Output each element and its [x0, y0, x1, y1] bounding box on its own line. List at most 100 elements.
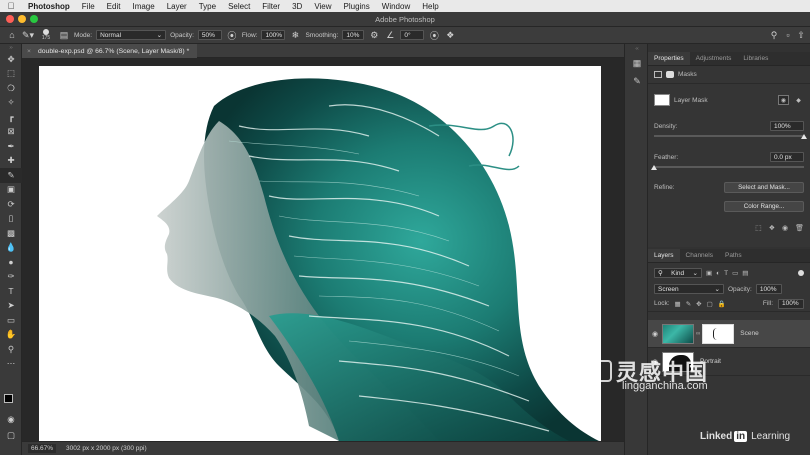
tab-libraries[interactable]: Libraries: [737, 52, 774, 65]
move-tool-icon[interactable]: ✥: [0, 52, 22, 67]
opacity-field[interactable]: 50%: [197, 30, 222, 40]
filter-smart-object-icon[interactable]: ▤: [742, 269, 748, 277]
scene-layer-thumbnail[interactable]: [662, 323, 694, 344]
color-range-button[interactable]: Color Range...: [724, 200, 804, 212]
flow-field[interactable]: 100%: [261, 30, 286, 40]
feather-slider-knob[interactable]: [651, 165, 657, 170]
delete-mask-icon[interactable]: 🗑: [795, 224, 804, 232]
zoom-tool-icon[interactable]: ⚲: [0, 342, 22, 357]
pressure-opacity-icon[interactable]: ⦿: [226, 29, 238, 41]
fill-field[interactable]: 100%: [778, 298, 804, 309]
home-icon[interactable]: ⌂: [6, 29, 18, 41]
feather-field[interactable]: 0.0 px: [770, 152, 804, 162]
filter-pixel-icon[interactable]: ▣: [706, 269, 712, 277]
select-and-mask-button[interactable]: Select and Mask...: [724, 181, 804, 193]
marquee-tool-icon[interactable]: ⬚: [0, 67, 22, 82]
frame-tool-icon[interactable]: ⊠: [0, 125, 22, 140]
filter-type-icon[interactable]: T: [724, 270, 728, 277]
crop-tool-icon[interactable]: ┏: [0, 110, 22, 125]
document-info[interactable]: 3002 px x 2000 px (300 ppi): [66, 445, 147, 452]
search-icon[interactable]: ⚲: [768, 29, 780, 41]
path-select-tool-icon[interactable]: ➤: [0, 299, 22, 314]
menu-view[interactable]: View: [308, 2, 337, 11]
visibility-eye-icon[interactable]: ◉: [648, 330, 662, 338]
screen-mode-icon[interactable]: ▢: [0, 428, 22, 443]
layer-name-scene[interactable]: Scene: [740, 330, 758, 337]
density-field[interactable]: 100%: [770, 121, 804, 131]
close-window-button[interactable]: [6, 15, 14, 23]
lasso-tool-icon[interactable]: ❍: [0, 81, 22, 96]
brush-tool-preset-icon[interactable]: ✎▾: [22, 29, 34, 41]
history-panel-icon[interactable]: ▦: [625, 54, 649, 72]
filter-shape-icon[interactable]: ▭: [732, 269, 738, 277]
menu-window[interactable]: Window: [376, 2, 416, 11]
symmetry-icon[interactable]: ❖: [444, 29, 456, 41]
minimize-window-button[interactable]: [18, 15, 26, 23]
angle-field[interactable]: 0°: [400, 30, 425, 40]
eyedropper-tool-icon[interactable]: ✒: [0, 139, 22, 154]
tab-adjustments[interactable]: Adjustments: [690, 52, 738, 65]
menu-file[interactable]: File: [76, 2, 101, 11]
layer-kind-filter[interactable]: ⚲ Kind ⌄: [654, 268, 702, 278]
more-tools-icon[interactable]: ⋯: [0, 357, 22, 372]
tab-properties[interactable]: Properties: [648, 52, 690, 65]
airbrush-icon[interactable]: ❄: [289, 29, 301, 41]
lock-transparent-icon[interactable]: ▦: [675, 300, 681, 308]
tab-channels[interactable]: Channels: [680, 249, 719, 262]
tab-layers[interactable]: Layers: [648, 249, 680, 262]
menu-type[interactable]: Type: [193, 2, 222, 11]
zoom-level-field[interactable]: 66.67%: [28, 444, 57, 453]
blend-mode-select[interactable]: Screen ⌄: [654, 284, 724, 294]
lock-position-icon[interactable]: ✥: [696, 300, 701, 308]
dock-collapse-icon[interactable]: ‹‹: [625, 44, 649, 54]
scene-mask-thumbnail[interactable]: [702, 323, 735, 344]
load-selection-icon[interactable]: ⬚: [755, 224, 762, 232]
menu-app-name[interactable]: Photoshop: [22, 2, 76, 11]
smoothing-field[interactable]: 10%: [342, 30, 365, 40]
pen-tool-icon[interactable]: ✑: [0, 270, 22, 285]
dodge-tool-icon[interactable]: ●: [0, 255, 22, 270]
smoothing-options-gear-icon[interactable]: ⚙: [368, 29, 380, 41]
quick-mask-icon[interactable]: ◉: [0, 412, 22, 427]
document-canvas-area[interactable]: [22, 58, 624, 441]
apple-menu-icon[interactable]: : [0, 1, 22, 11]
select-pixel-mask-button[interactable]: ◉: [778, 95, 789, 105]
pressure-size-icon[interactable]: ⦿: [428, 29, 440, 41]
add-vector-mask-icon[interactable]: ◆: [793, 95, 804, 105]
lock-all-icon[interactable]: 🔒: [718, 300, 726, 308]
blur-tool-icon[interactable]: 💧: [0, 241, 22, 256]
eraser-tool-icon[interactable]: ▯: [0, 212, 22, 227]
history-brush-tool-icon[interactable]: ⟳: [0, 197, 22, 212]
healing-brush-tool-icon[interactable]: ✚: [0, 154, 22, 169]
canvas-image[interactable]: [39, 66, 601, 441]
lock-artboard-icon[interactable]: ▢: [707, 300, 713, 308]
brush-settings-panel-icon[interactable]: ▤: [58, 29, 70, 41]
workspace-icon[interactable]: ▫: [782, 29, 794, 41]
quick-select-tool-icon[interactable]: ✧: [0, 96, 22, 111]
layer-row-scene[interactable]: ◉ ∞ Scene: [648, 320, 810, 348]
brush-tool-icon[interactable]: ✎: [0, 168, 22, 183]
tab-paths[interactable]: Paths: [719, 249, 748, 262]
menu-image[interactable]: Image: [126, 2, 160, 11]
close-tab-icon[interactable]: ×: [27, 48, 31, 55]
document-tab[interactable]: × double-exp.psd @ 66.7% (Scene, Layer M…: [22, 44, 198, 58]
gradient-tool-icon[interactable]: ▩: [0, 226, 22, 241]
brush-size-picker[interactable]: 175: [38, 29, 54, 41]
filter-adjustment-icon[interactable]: ◐: [716, 270, 720, 277]
mode-select[interactable]: Normal ⌄: [96, 30, 167, 40]
density-slider[interactable]: [654, 134, 807, 139]
layer-opacity-field[interactable]: 100%: [755, 284, 782, 294]
zoom-window-button[interactable]: [30, 15, 38, 23]
type-tool-icon[interactable]: T: [0, 284, 22, 299]
apply-mask-icon[interactable]: ❖: [769, 224, 775, 232]
rectangle-tool-icon[interactable]: ▭: [0, 313, 22, 328]
menu-plugins[interactable]: Plugins: [338, 2, 376, 11]
filter-toggle-icon[interactable]: [798, 270, 804, 276]
lock-image-icon[interactable]: ✎: [686, 300, 691, 308]
menu-edit[interactable]: Edit: [101, 2, 127, 11]
menu-layer[interactable]: Layer: [161, 2, 193, 11]
hand-tool-icon[interactable]: ✋: [0, 328, 22, 343]
menu-select[interactable]: Select: [222, 2, 256, 11]
tools-collapse-icon[interactable]: ››: [0, 44, 22, 52]
feather-slider[interactable]: [651, 165, 804, 170]
